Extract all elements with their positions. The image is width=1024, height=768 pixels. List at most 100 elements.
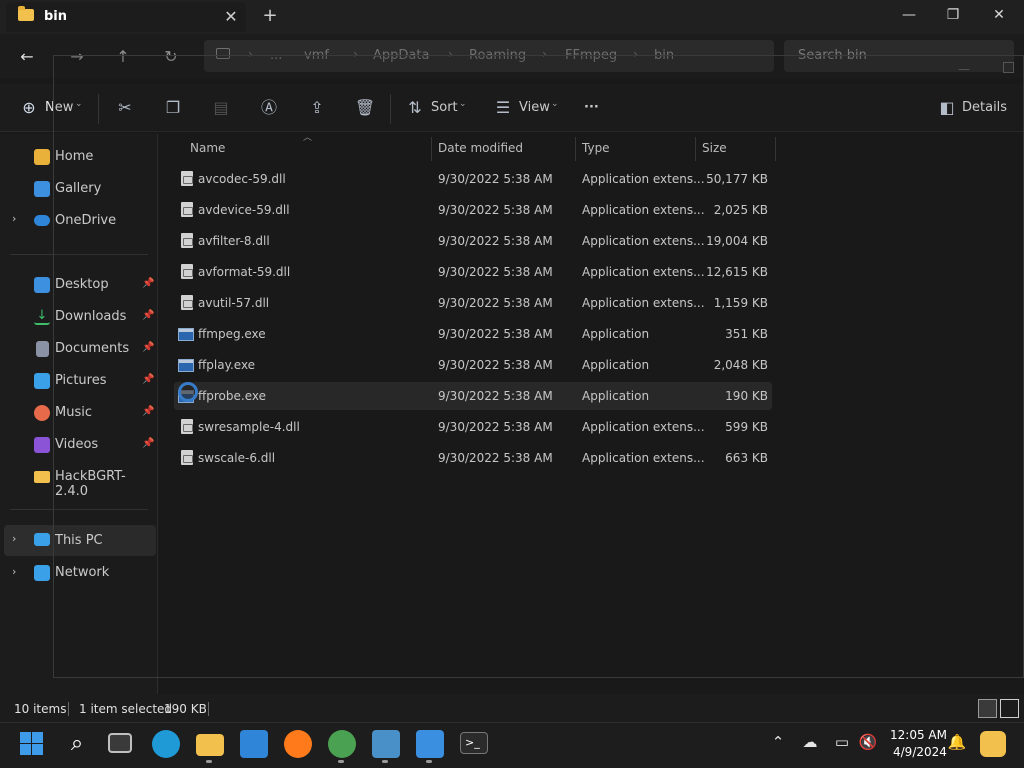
sidebar-item-desktop[interactable]: Desktop 📌 <box>4 271 156 299</box>
file-name: ffprobe.exe <box>198 389 266 403</box>
paste-icon[interactable]: ▤ <box>210 97 232 119</box>
forward-arrow-icon[interactable]: → <box>62 44 92 70</box>
minimize-button[interactable]: — <box>886 0 932 30</box>
tab-close-icon[interactable]: ✕ <box>220 6 242 28</box>
onedrive-sync-icon[interactable]: ☁ <box>799 733 821 751</box>
running-indicator <box>206 760 212 763</box>
start-icon[interactable] <box>19 731 45 757</box>
sidebar-item-music[interactable]: Music 📌 <box>4 399 156 427</box>
close-button[interactable]: ✕ <box>976 0 1022 30</box>
details-pane-icon[interactable]: ◧ <box>936 97 958 119</box>
maximize-button[interactable]: ❐ <box>930 0 976 30</box>
clock-date[interactable]: 4/9/2024 <box>893 745 947 759</box>
more-options-button[interactable]: ··· <box>584 100 599 115</box>
dll-file-icon <box>181 295 193 310</box>
clock-time[interactable]: 12:05 AM <box>890 728 947 742</box>
sidebar-item-label: Downloads <box>55 309 127 324</box>
pin-icon[interactable]: 📌 <box>142 406 154 417</box>
pin-icon[interactable]: 📌 <box>142 278 154 289</box>
view-icon[interactable]: ☰ <box>492 97 514 119</box>
breadcrumb-ffmpeg[interactable]: FFmpeg <box>565 48 617 63</box>
sidebar-item-onedrive[interactable]: › OneDrive <box>4 207 156 235</box>
terminal-icon[interactable]: >_ <box>460 732 488 754</box>
selection-size: 190 KB <box>164 702 207 716</box>
sidebar-item-pictures[interactable]: Pictures 📌 <box>4 367 156 395</box>
task-view-icon[interactable] <box>108 733 132 753</box>
sidebar-item-label: HackBGRT-2.4.0 <box>55 469 126 499</box>
sidebar-item-this-pc[interactable]: › This PC <box>4 525 156 556</box>
sort-button[interactable]: Sort <box>431 100 458 115</box>
pin-icon[interactable]: 📌 <box>142 374 154 385</box>
copy-icon[interactable]: ❐ <box>162 97 184 119</box>
new-tab-button[interactable]: + <box>258 4 282 28</box>
share-icon[interactable]: ⇪ <box>306 97 328 119</box>
file-explorer-icon[interactable] <box>196 734 224 756</box>
sidebar-item-videos[interactable]: Videos 📌 <box>4 431 156 459</box>
up-arrow-icon[interactable]: ↑ <box>108 44 138 70</box>
column-header-size[interactable]: Size <box>702 141 727 155</box>
details-button[interactable]: Details <box>962 100 1007 115</box>
desktop-icon <box>34 277 50 293</box>
sidebar-item-hackbgrt[interactable]: HackBGRT-2.4.0 <box>4 463 156 499</box>
cloud-icon <box>34 215 50 226</box>
new-button[interactable]: New <box>45 100 73 115</box>
pin-icon[interactable]: 📌 <box>142 310 154 321</box>
volume-muted-icon[interactable]: 🔇 <box>857 733 879 751</box>
copilot-icon[interactable] <box>980 731 1006 757</box>
column-header-date[interactable]: Date modified <box>438 141 523 155</box>
sort-icon[interactable]: ⇅ <box>404 97 426 119</box>
sidebar-item-downloads[interactable]: ↓ Downloads 📌 <box>4 303 156 331</box>
chevron-right-icon[interactable]: › <box>12 565 16 578</box>
breadcrumb-appdata[interactable]: AppData <box>373 48 429 63</box>
file-name: avcodec-59.dll <box>198 172 286 186</box>
notification-bell-icon[interactable]: 🔔 <box>946 733 968 751</box>
column-divider[interactable] <box>775 137 776 161</box>
sidebar-item-network[interactable]: › Network <box>4 559 156 587</box>
tiles-view-icon[interactable] <box>1000 699 1019 718</box>
store-icon[interactable] <box>240 730 268 758</box>
edge-icon[interactable] <box>152 730 180 758</box>
file-size: 2,048 KB <box>713 358 768 372</box>
column-header-name[interactable]: Name <box>190 141 225 155</box>
breadcrumb-bin[interactable]: bin <box>654 48 674 63</box>
breadcrumb-roaming[interactable]: Roaming <box>469 48 526 63</box>
ghost-maximize-icon <box>1003 62 1014 73</box>
sidebar-divider <box>10 509 148 510</box>
breadcrumb-more[interactable]: ... <box>270 48 282 63</box>
pin-icon[interactable]: 📌 <box>142 342 154 353</box>
chevron-right-icon[interactable]: › <box>12 532 16 545</box>
column-divider[interactable] <box>431 137 432 161</box>
search-icon[interactable]: ⌕ <box>63 730 91 758</box>
new-icon[interactable]: ⊕ <box>18 97 40 119</box>
cut-icon[interactable]: ✂ <box>114 97 136 119</box>
rename-icon[interactable]: Ⓐ <box>258 97 280 119</box>
refresh-icon[interactable]: ↻ <box>156 44 186 70</box>
delete-icon[interactable]: 🗑 <box>354 97 376 119</box>
view-button[interactable]: View <box>519 100 550 115</box>
column-divider[interactable] <box>695 137 696 161</box>
details-view-icon[interactable] <box>978 699 997 718</box>
back-arrow-icon[interactable]: ← <box>12 44 42 70</box>
paint-icon[interactable] <box>416 730 444 758</box>
remote-desktop-icon[interactable] <box>372 730 400 758</box>
tab-bin[interactable]: bin ✕ <box>6 2 246 32</box>
display-icon[interactable]: ▭ <box>831 733 853 751</box>
item-count: 10 items <box>14 702 67 716</box>
running-indicator <box>382 760 388 763</box>
sidebar-divider <box>10 254 148 255</box>
chrome-icon[interactable] <box>328 730 356 758</box>
sidebar-item-gallery[interactable]: Gallery <box>4 175 156 203</box>
pin-icon[interactable]: 📌 <box>142 438 154 449</box>
chevron-up-icon[interactable]: ⌃ <box>767 733 789 751</box>
firefox-icon[interactable] <box>284 730 312 758</box>
file-size: 599 KB <box>725 420 768 434</box>
breadcrumb-vmf[interactable]: vmf <box>304 48 329 63</box>
file-date-modified: 9/30/2022 5:38 AM <box>438 327 553 341</box>
dll-file-icon <box>181 419 193 434</box>
chevron-right-icon[interactable]: › <box>12 212 16 225</box>
sidebar-item-home[interactable]: Home <box>4 143 156 171</box>
file-name: ffmpeg.exe <box>198 327 266 341</box>
sidebar-item-documents[interactable]: Documents 📌 <box>4 335 156 363</box>
column-divider[interactable] <box>575 137 576 161</box>
column-header-type[interactable]: Type <box>582 141 610 155</box>
